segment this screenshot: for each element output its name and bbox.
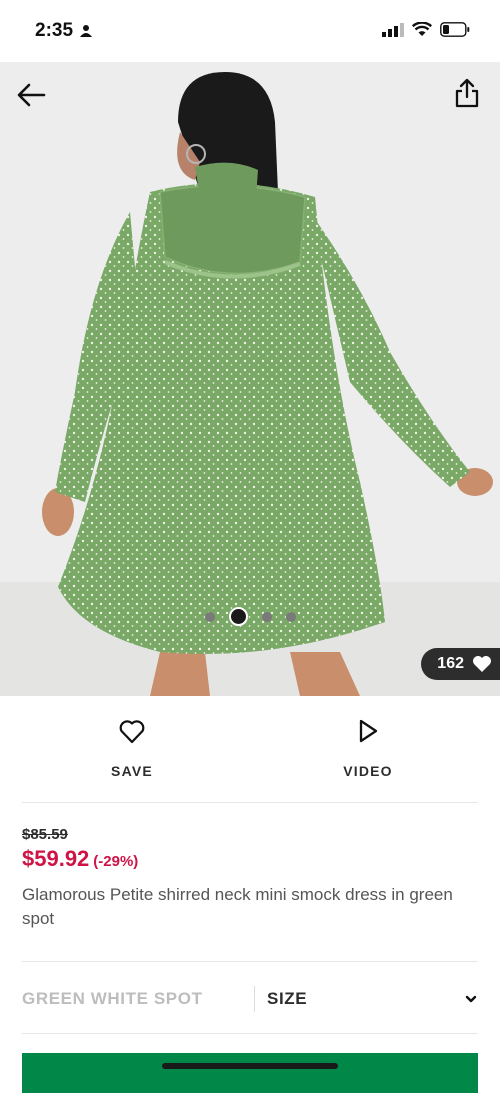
product-actions: SAVE VIDEO xyxy=(0,696,500,801)
heart-filled-icon xyxy=(473,656,491,672)
divider xyxy=(22,802,478,803)
product-title: Glamorous Petite shirred neck mini smock… xyxy=(22,885,453,928)
video-label: VIDEO xyxy=(343,763,393,779)
discount-badge: (-29%) xyxy=(93,853,139,870)
status-icons xyxy=(382,22,470,37)
pagination-dot[interactable] xyxy=(261,611,272,622)
play-icon xyxy=(359,719,378,743)
share-icon xyxy=(455,78,479,108)
size-dropdown[interactable]: SIZE xyxy=(267,989,464,1009)
save-button[interactable]: SAVE xyxy=(72,718,192,779)
video-button[interactable]: VIDEO xyxy=(308,718,428,779)
likes-badge[interactable]: 162 xyxy=(421,648,500,680)
heart-outline-icon xyxy=(119,720,145,744)
share-button[interactable] xyxy=(454,78,482,112)
gallery-pagination xyxy=(0,607,500,626)
battery-icon xyxy=(440,22,470,37)
original-price: $85.59 xyxy=(22,826,68,843)
arrow-left-icon xyxy=(17,83,46,107)
variant-selectors: GREEN WHITE SPOT SIZE xyxy=(22,985,478,1013)
signal-icon xyxy=(382,22,404,37)
product-photo xyxy=(0,62,500,696)
person-icon xyxy=(80,25,93,37)
pagination-dot[interactable] xyxy=(285,611,296,622)
divider xyxy=(22,961,478,962)
save-label: SAVE xyxy=(111,763,153,779)
colour-value: GREEN WHITE SPOT xyxy=(22,989,203,1008)
product-image-gallery[interactable]: 162 xyxy=(0,62,500,696)
sale-price-row: $59.92 (-29%) xyxy=(22,846,138,872)
clock-text: 2:35 xyxy=(35,20,74,41)
pagination-dot-active[interactable] xyxy=(228,607,248,626)
status-bar: 2:35 xyxy=(0,0,500,62)
status-time: 2:35 xyxy=(35,20,93,42)
selector-divider xyxy=(254,986,255,1012)
chevron-down-icon[interactable] xyxy=(464,992,478,1006)
pagination-dot[interactable] xyxy=(204,611,215,622)
back-button[interactable] xyxy=(16,82,50,110)
likes-count: 162 xyxy=(437,655,464,672)
wifi-icon xyxy=(412,22,432,36)
home-indicator[interactable] xyxy=(162,1063,338,1069)
add-to-bag-button[interactable] xyxy=(22,1053,478,1093)
divider xyxy=(22,1033,478,1034)
sale-price: $59.92 xyxy=(22,846,90,871)
